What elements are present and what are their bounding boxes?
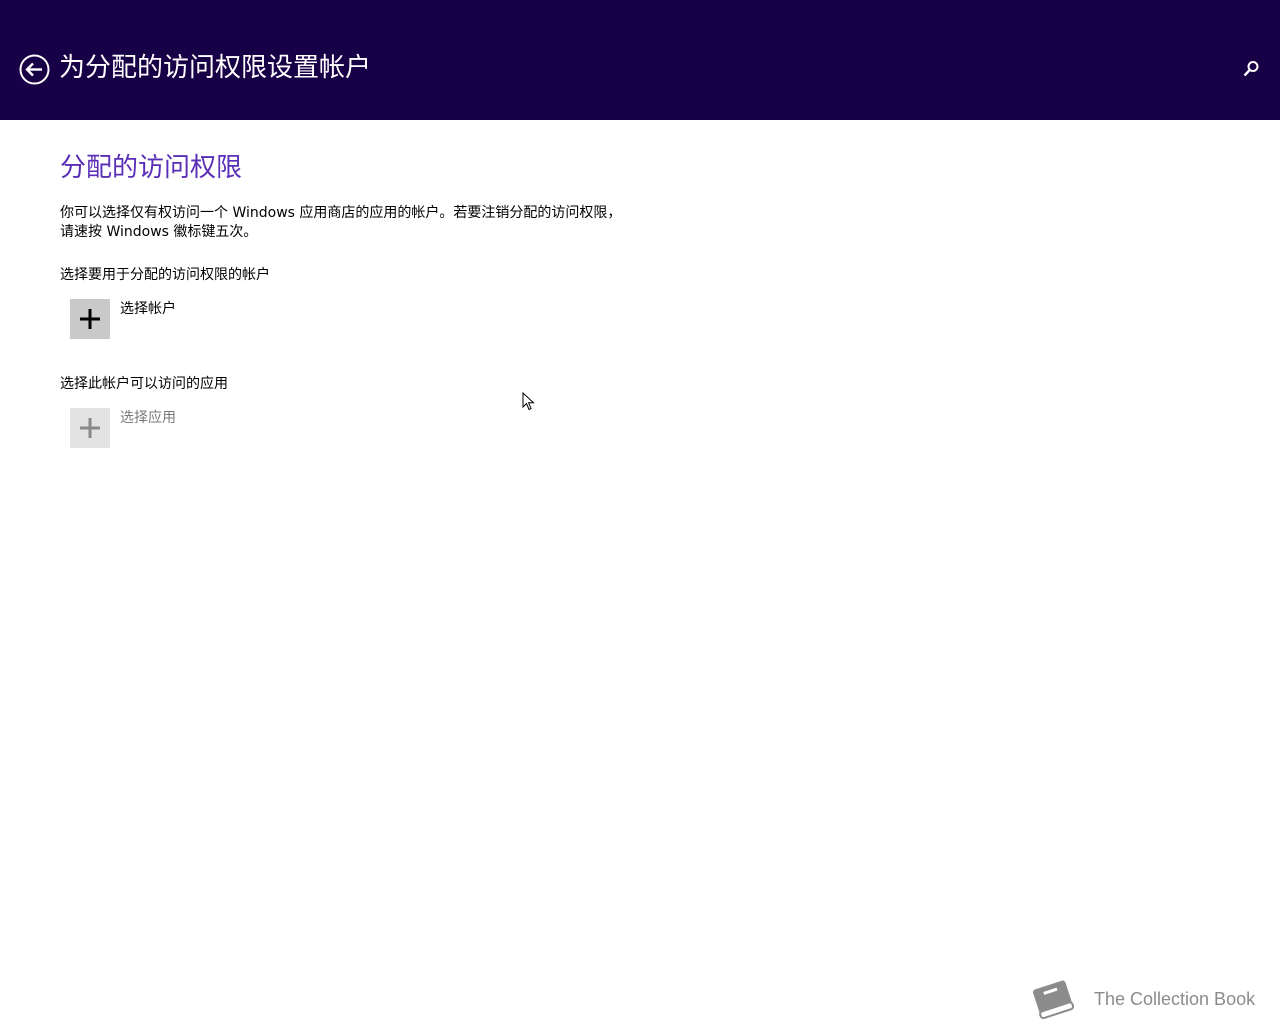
account-plus-tile[interactable] [70,299,110,339]
back-button[interactable] [19,54,50,85]
description-line: 你可以选择仅有权访问一个 Windows 应用商店的应用的帐户。若要注销分配的访… [60,205,622,221]
choose-account-label[interactable]: 选择帐户 [120,299,176,319]
app-plus-tile[interactable] [70,408,110,448]
assigned-access-page: 为分配的访问权限设置帐户 分配的访问权限 你可以选择仅有权访问一个 Window… [0,0,1280,1024]
watermark: The Collection Book [1026,974,1255,1024]
book-icon [1033,980,1075,1020]
choose-app-button[interactable]: 选择应用 [70,408,176,448]
section-title: 分配的访问权限 [60,153,243,183]
page-title: 为分配的访问权限设置帐户 [59,53,372,83]
choose-account-button[interactable]: 选择帐户 [70,299,176,339]
plus-icon [80,309,100,329]
header-bar: 为分配的访问权限设置帐户 [0,0,1280,120]
account-label: 选择要用于分配的访问权限的帐户 [60,267,270,283]
choose-app-label[interactable]: 选择应用 [120,408,176,428]
app-label: 选择此帐户可以访问的应用 [60,376,228,392]
description-line: 请速按 Windows 徽标键五次。 [60,224,258,240]
search-icon [1243,61,1259,77]
watermark-text: The Collection Book [1094,989,1256,1009]
mouse-cursor-icon [522,392,535,411]
plus-icon [80,418,100,438]
description-text: 你可以选择仅有权访问一个 Windows 应用商店的应用的帐户。若要注销分配的访… [60,204,680,242]
search-button[interactable] [1240,58,1262,80]
back-arrow-circle-icon [19,54,50,85]
